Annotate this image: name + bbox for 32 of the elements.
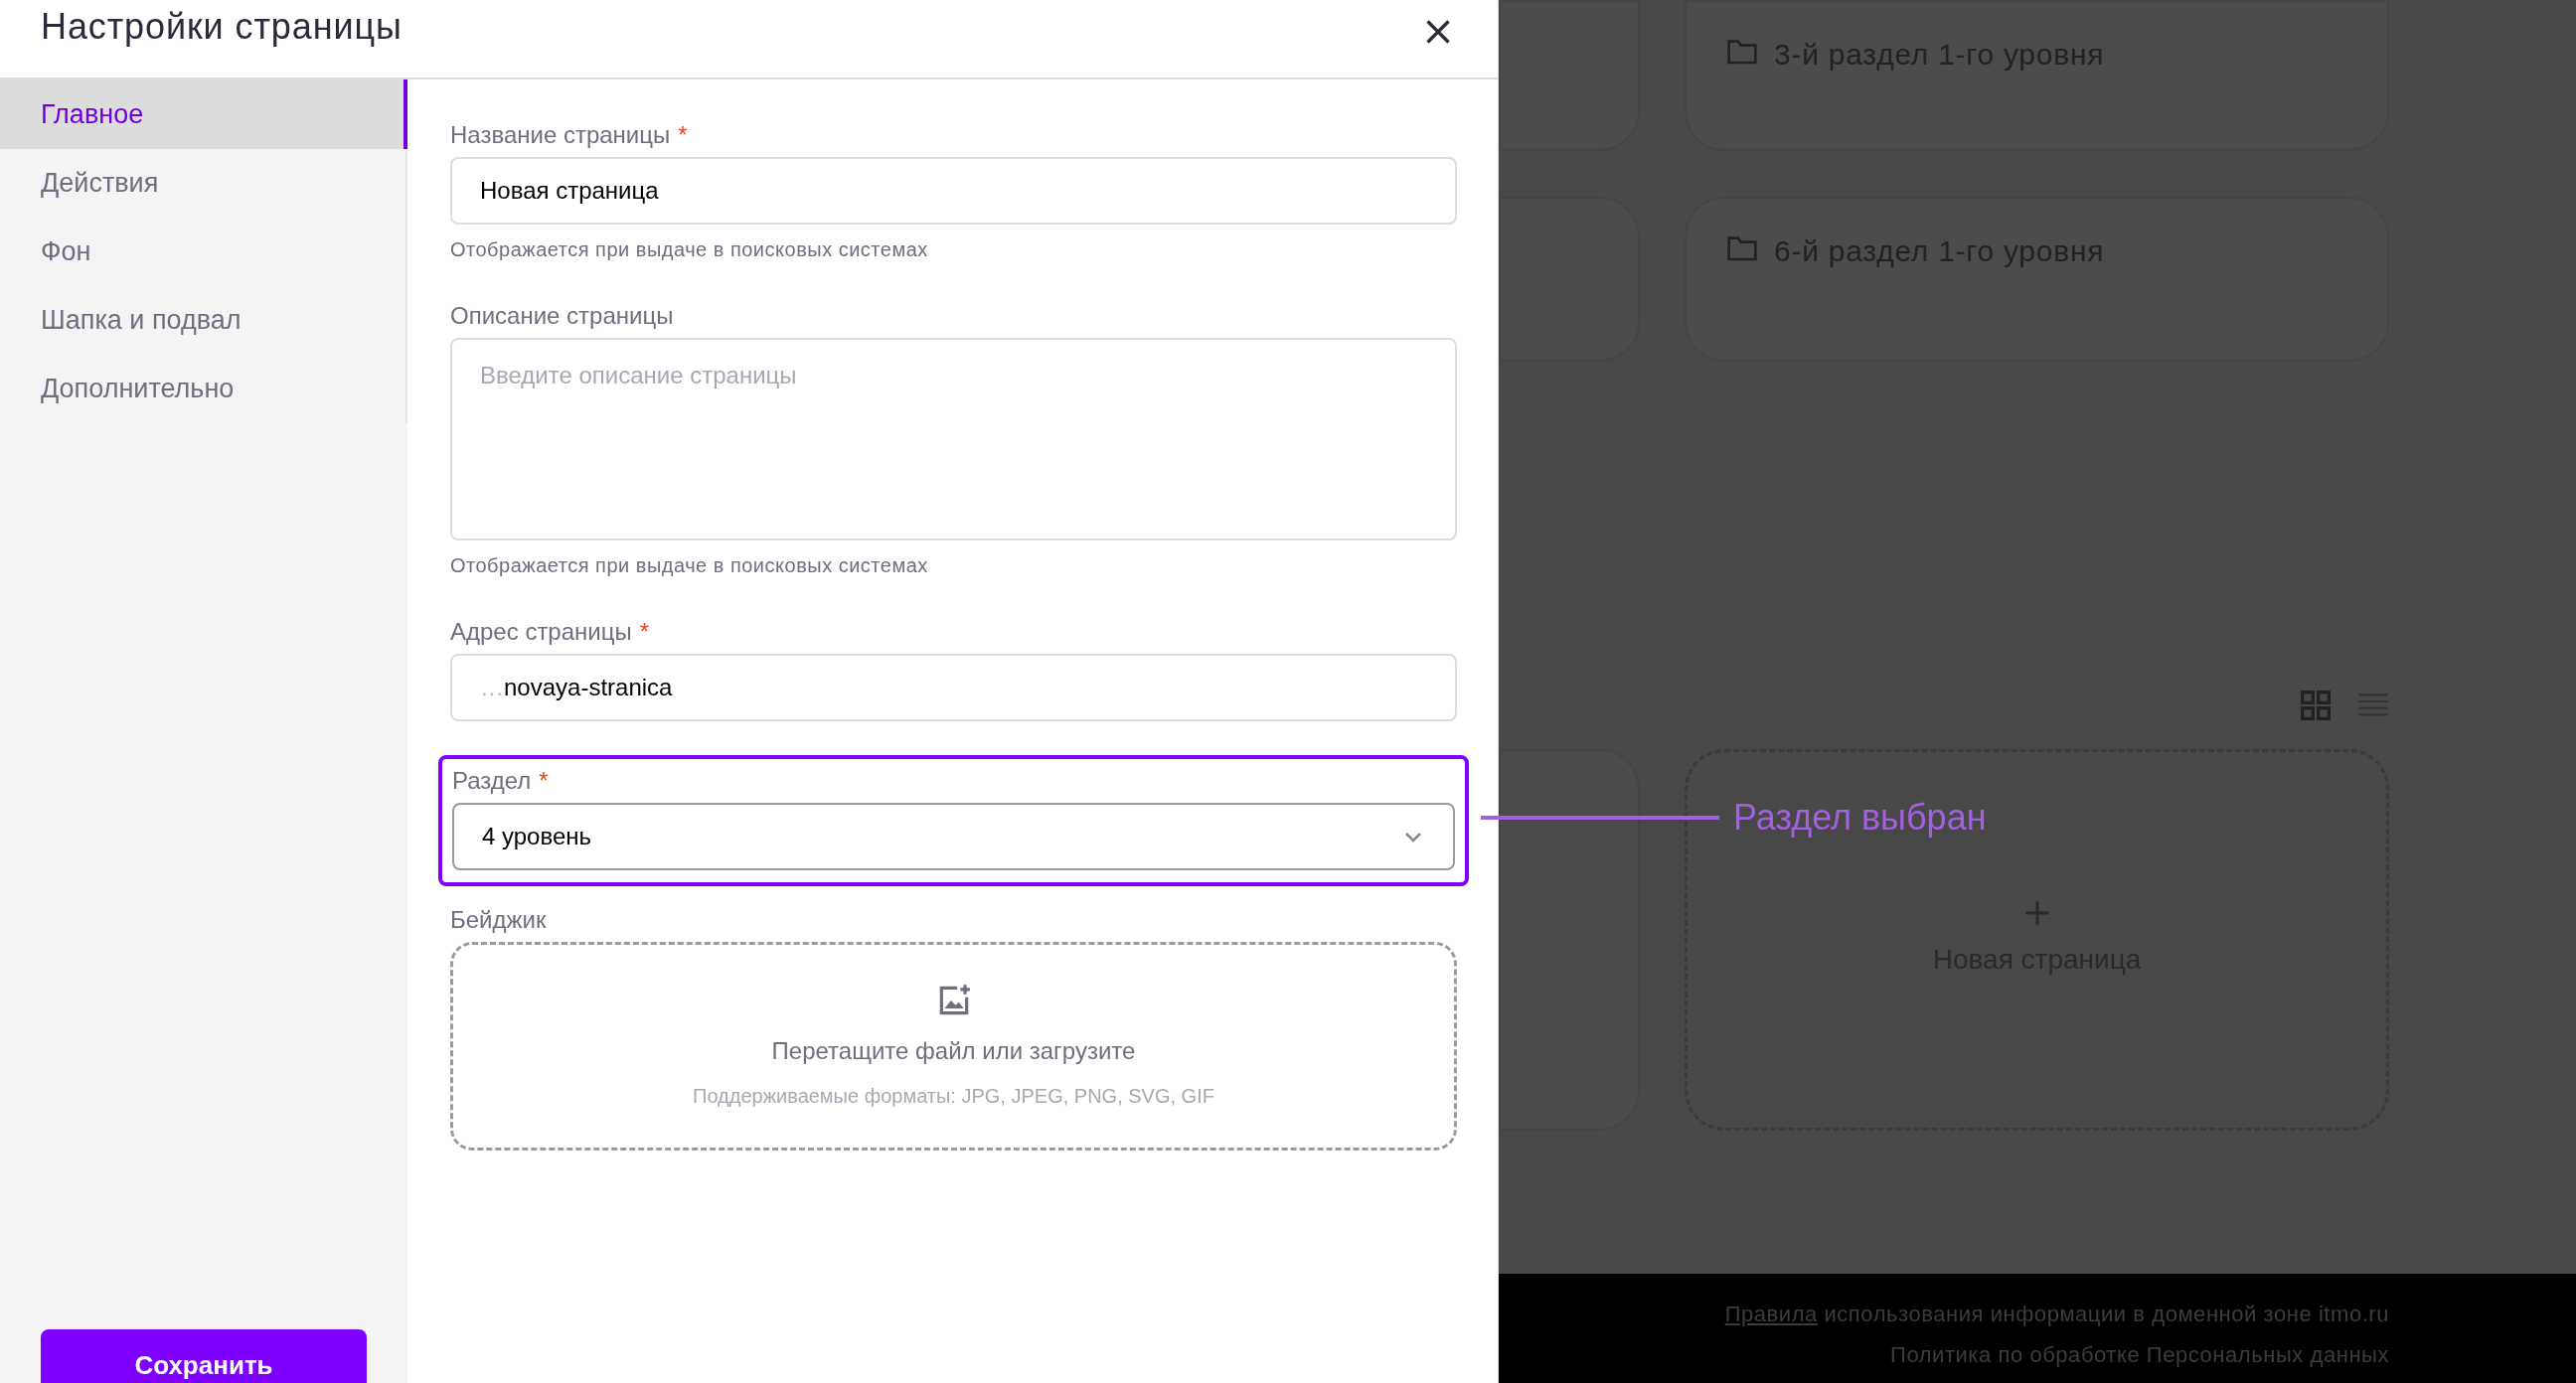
select-value: 4 уровень [482,822,592,851]
field-label: Адрес страницы [450,617,632,647]
sidebar-tab[interactable]: Действия [0,149,405,218]
section-select[interactable]: 4 уровень [452,803,1455,870]
address-prefix: … [480,673,504,702]
upload-formats: Поддерживаемые форматы: JPG, JPEG, PNG, SVG, GIF [693,1084,1214,1109]
field-hint: Отображается при выдаче в поисковых системах [450,237,929,262]
field-label: Раздел [452,766,532,796]
sidebar-tab[interactable]: Главное [0,79,407,149]
save-button[interactable]: Сохранить [41,1329,367,1383]
footer-text: Правила использования информации в доменной зоне itmo.ru [1724,1301,2389,1328]
sidebar-tab[interactable]: Фон [0,218,405,286]
field-value: Новая страница [480,176,659,206]
field-label: Бейджик [450,905,547,935]
text-field[interactable]: …novaya-stranica [450,654,1457,721]
required-mark: * [678,120,688,150]
field-label: Описание страницы [450,301,674,331]
required-mark: * [639,617,650,647]
dialog-title: Настройки страницы [41,5,402,49]
field-value: novaya-stranica [504,673,673,702]
field-hint: Отображается при выдаче в поисковых системах [450,553,929,578]
sidebar-tab[interactable]: Шапка и подвал [0,286,405,355]
annotation-label: Раздел выбран [1733,796,1987,840]
upload-text: Перетащите файл или загрузите [771,1036,1136,1066]
upload-area[interactable]: Перетащите файл или загрузите Поддерживаемые форматы: JPG, JPEG, PNG, SVG, GIF [450,942,1457,1151]
plus-icon [2022,899,2051,927]
sidebar-tab[interactable]: Дополнительно [0,355,405,423]
grid-view-icon[interactable] [2300,690,2332,721]
text-field[interactable]: Новая страница [450,157,1457,225]
field-label: Название страницы [450,120,671,150]
description-field[interactable]: Введите описание страницы [450,338,1457,540]
required-mark: * [539,766,549,796]
